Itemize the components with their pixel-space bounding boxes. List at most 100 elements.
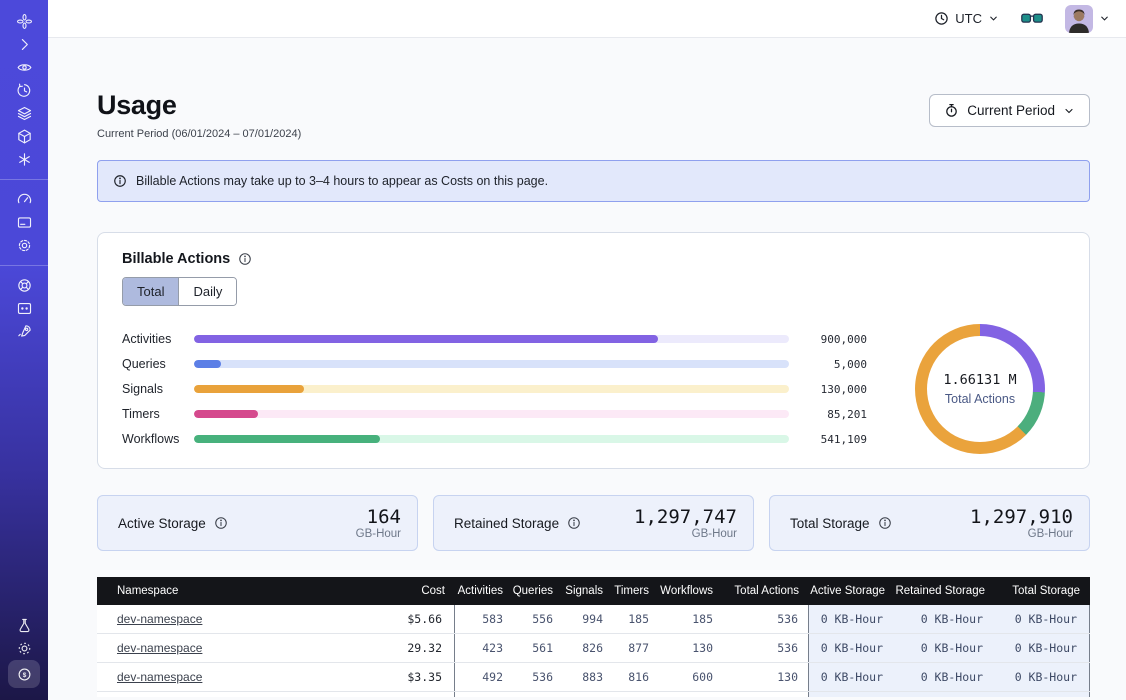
info-icon <box>214 516 228 530</box>
cost-value: $3.35 <box>407 670 442 684</box>
col-timers: Timers <box>613 577 659 605</box>
active-storage-value: 0 KB-Hour <box>809 663 895 691</box>
activities-value: 583 <box>455 605 513 633</box>
bar-label: Workflows <box>122 432 194 446</box>
total-actions-value: 536 <box>723 634 809 662</box>
glasses-icon[interactable] <box>1021 11 1043 27</box>
total-storage-unit: GB-Hour <box>970 528 1073 540</box>
queries-value: 561 <box>513 634 563 662</box>
retained-storage-unit: GB-Hour <box>634 528 737 540</box>
timers-value: 877 <box>613 634 659 662</box>
timezone-selector[interactable]: UTC <box>934 11 999 26</box>
info-icon <box>878 516 892 530</box>
namespace-link[interactable]: dev-namespace <box>117 641 202 655</box>
rocket-icon[interactable] <box>9 320 39 343</box>
col-total-storage: Total Storage <box>995 577 1090 605</box>
layers-icon[interactable] <box>9 102 39 125</box>
col-workflows: Workflows <box>659 577 723 605</box>
signals-value: 883 <box>563 663 613 691</box>
info-banner: Billable Actions may take up to 3–4 hour… <box>97 160 1090 202</box>
bar-fill <box>194 360 221 368</box>
info-icon <box>567 516 581 530</box>
gear-icon[interactable] <box>9 234 39 257</box>
cost-value: 29.32 <box>407 641 442 655</box>
sun-icon[interactable] <box>9 637 39 660</box>
chevron-right-icon[interactable] <box>9 33 39 56</box>
total-storage-card: Total Storage 1,297,910 GB-Hour <box>769 495 1090 551</box>
active-storage-value: 0 KB-Hour <box>809 605 895 633</box>
lifebuoy-icon[interactable] <box>9 274 39 297</box>
bar-label: Signals <box>122 382 194 396</box>
retained-storage-value: 1,297,747 <box>634 507 737 527</box>
col-namespace: Namespace <box>97 577 337 605</box>
col-retained-storage: Retained Storage <box>895 577 995 605</box>
bar-value: 130,000 <box>803 383 867 396</box>
bar-row: Workflows 541,109 <box>122 427 867 452</box>
bar-row: Activities 900,000 <box>122 327 867 352</box>
col-total-actions: Total Actions <box>723 577 809 605</box>
gauge-icon[interactable] <box>9 188 39 211</box>
info-icon <box>113 174 127 188</box>
storage-summary-row: Active Storage 164 GB-Hour Retained Stor… <box>97 495 1090 551</box>
bar-track <box>194 335 789 343</box>
bar-value: 85,201 <box>803 408 867 421</box>
bar-track <box>194 410 789 418</box>
bar-fill <box>194 385 304 393</box>
period-dropdown-button[interactable]: Current Period <box>929 94 1090 127</box>
active-storage-value: 164 <box>356 507 401 527</box>
namespace-link[interactable]: dev-namespace <box>117 612 202 626</box>
avatar <box>1065 5 1093 33</box>
card-icon[interactable] <box>9 211 39 234</box>
total-storage-label: Total Storage <box>790 516 870 531</box>
clock-icon <box>934 11 949 26</box>
namespace-link[interactable]: dev-namespace <box>117 670 202 684</box>
eye-icon[interactable] <box>9 56 39 79</box>
queries-value: 556 <box>513 605 563 633</box>
asterisk-icon[interactable] <box>9 148 39 171</box>
billable-actions-title: Billable Actions <box>122 251 230 267</box>
stopwatch-icon <box>944 103 959 118</box>
cost-value: $5.66 <box>407 612 442 626</box>
terminal-icon[interactable] <box>9 297 39 320</box>
table-row: dev-namespace 29.32 423 561 826 877 130 … <box>97 634 1090 663</box>
bar-fill <box>194 435 380 443</box>
total-actions-label: Total Actions <box>945 392 1015 406</box>
donut-chart: 1.66131 M Total Actions <box>915 324 1045 454</box>
col-active-storage: Active Storage <box>809 577 895 605</box>
dollar-coin-icon[interactable]: $ <box>8 660 40 688</box>
bar-fill <box>194 410 258 418</box>
chart-mode-tabs: Total Daily <box>122 277 237 306</box>
timers-value: 816 <box>613 663 659 691</box>
bar-row: Timers 85,201 <box>122 402 867 427</box>
workflows-value: 130 <box>659 634 723 662</box>
bar-value: 5,000 <box>803 358 867 371</box>
total-storage-value: 0 KB-Hour <box>995 663 1090 691</box>
sidebar-divider <box>0 179 48 180</box>
flask-icon[interactable] <box>9 614 39 637</box>
bar-fill <box>194 335 658 343</box>
active-storage-value: 0 KB-Hour <box>809 634 895 662</box>
signals-value: 994 <box>563 605 613 633</box>
signals-value: 826 <box>563 634 613 662</box>
account-menu[interactable] <box>1065 5 1110 33</box>
bar-track <box>194 385 789 393</box>
page-title: Usage <box>97 90 301 121</box>
col-activities: Activities <box>455 577 513 605</box>
billable-actions-card: Billable Actions Total Daily Activities … <box>97 232 1090 469</box>
bar-label: Timers <box>122 407 194 421</box>
info-icon <box>238 252 252 266</box>
history-icon[interactable] <box>9 79 39 102</box>
table-row-partial <box>97 692 1090 697</box>
bar-row: Signals 130,000 <box>122 377 867 402</box>
tab-daily[interactable]: Daily <box>179 278 236 305</box>
temporal-logo-icon[interactable] <box>9 10 39 33</box>
total-actions-value: 1.66131 M <box>943 372 1016 388</box>
chevron-down-icon <box>1063 105 1075 117</box>
tab-total[interactable]: Total <box>123 278 179 305</box>
cube-icon[interactable] <box>9 125 39 148</box>
queries-value: 536 <box>513 663 563 691</box>
table-row: dev-namespace $3.35 492 536 883 816 600 … <box>97 663 1090 692</box>
table-header-row: Namespace Cost Activities Queries Signal… <box>97 577 1090 605</box>
svg-text:$: $ <box>22 671 26 678</box>
total-storage-value: 1,297,910 <box>970 507 1073 527</box>
